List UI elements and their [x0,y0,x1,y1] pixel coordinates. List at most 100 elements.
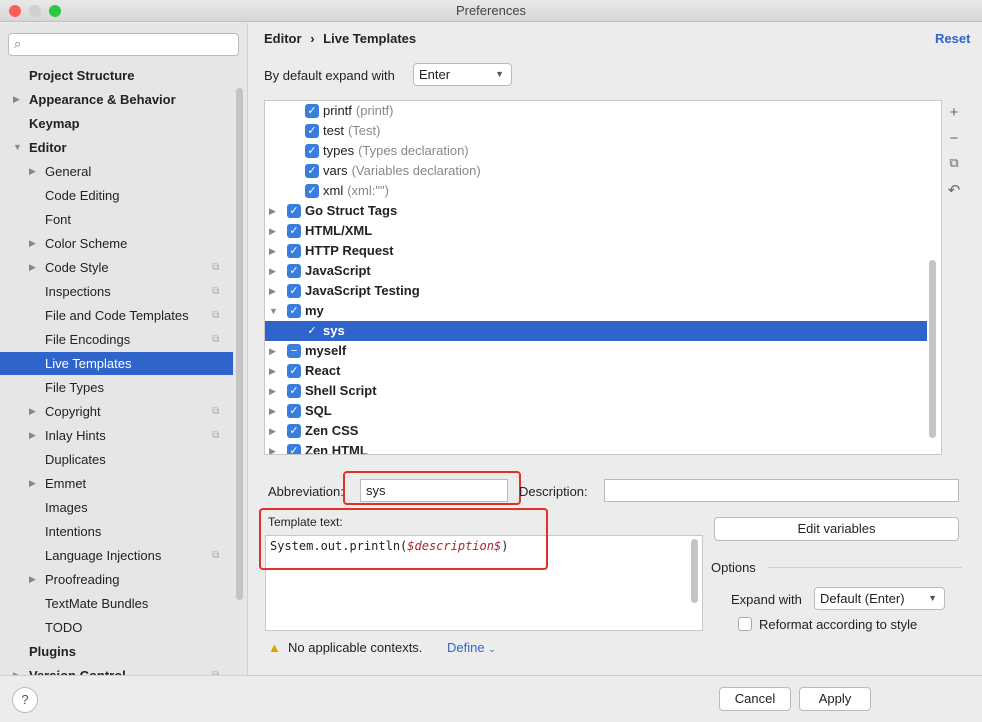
tree-row[interactable]: ✓ printf (printf) [265,101,927,121]
tree-scrollbar[interactable] [929,260,936,438]
define-link[interactable]: Define ⌄ [447,640,496,655]
sidebar-item[interactable]: TextMate Bundles [0,592,233,615]
chevron-down-icon[interactable]: ▼ [269,301,278,321]
chevron-right-icon[interactable]: ▶ [29,400,36,423]
expand-with-select[interactable]: Default (Enter) ▼ [814,587,945,610]
chevron-right-icon[interactable]: ▶ [29,256,36,279]
template-checkbox[interactable]: ✓ [287,244,301,258]
remove-icon[interactable]: − [944,130,964,147]
sidebar-item[interactable]: Code Editing [0,184,233,207]
sidebar-item[interactable]: Language Injections ⧉ [0,544,233,567]
tree-row[interactable]: ✓ vars (Variables declaration) [265,161,927,181]
sidebar-item[interactable]: TODO [0,616,233,639]
template-checkbox[interactable]: ✓ [305,104,319,118]
chevron-right-icon[interactable]: ▶ [29,424,36,447]
tree-row[interactable]: ✓ types (Types declaration) [265,141,927,161]
chevron-right-icon[interactable]: ▶ [269,221,276,241]
tree-row[interactable]: ▶ ✓ JavaScript Testing [265,281,927,301]
sidebar-item[interactable]: File and Code Templates ⧉ [0,304,233,327]
sidebar-scrollbar[interactable] [236,88,243,600]
chevron-right-icon[interactable]: ▶ [29,568,36,591]
template-checkbox[interactable]: ✓ [287,264,301,278]
chevron-right-icon[interactable]: ▶ [269,201,276,221]
minimize-window-button[interactable] [29,5,41,17]
tree-row[interactable]: ✓ xml (xml:"") [265,181,927,201]
sidebar-item[interactable]: Keymap [0,112,233,135]
template-checkbox[interactable]: ✓ [287,384,301,398]
template-checkbox[interactable]: ✓ [305,164,319,178]
restore-icon[interactable]: ↶ [944,181,964,199]
template-checkbox[interactable]: ✓ [287,424,301,438]
edit-variables-button[interactable]: Edit variables [714,517,959,541]
chevron-down-icon[interactable]: ▼ [13,136,22,159]
chevron-right-icon[interactable]: ▶ [269,361,276,381]
sidebar-item[interactable]: Intentions [0,520,233,543]
chevron-right-icon[interactable]: ▶ [269,441,276,454]
editor-scrollbar[interactable] [691,539,698,603]
tree-row[interactable]: ▶ ✓ JavaScript [265,261,927,281]
template-checkbox[interactable]: ✓ [287,404,301,418]
sidebar-item[interactable]: ▶ General [0,160,233,183]
chevron-right-icon[interactable]: ▶ [29,472,36,495]
template-checkbox[interactable]: ✓ [305,144,319,158]
sidebar-item[interactable]: ▶ Proofreading [0,568,233,591]
tree-row[interactable]: ▶ ✓ SQL [265,401,927,421]
chevron-right-icon[interactable]: ▶ [269,381,276,401]
close-window-button[interactable] [9,5,21,17]
sidebar-item[interactable]: Project Structure [0,64,233,87]
sidebar-item[interactable]: Plugins [0,640,233,663]
help-button[interactable]: ? [12,687,38,713]
sidebar-item[interactable]: ▶ Color Scheme [0,232,233,255]
chevron-right-icon[interactable]: ▶ [269,401,276,421]
sidebar-item[interactable]: Live Templates [0,352,233,375]
tree-row[interactable]: ▶ ✓ Go Struct Tags [265,201,927,221]
add-icon[interactable]: + [944,104,964,121]
sidebar-item[interactable]: ▶ Emmet [0,472,233,495]
tree-row[interactable]: ✓ sys [265,321,927,341]
sidebar-item[interactable]: ▶ Copyright ⧉ [0,400,233,423]
tree-row[interactable]: ▶ ✓ HTTP Request [265,241,927,261]
copy-icon[interactable]: ⧉ [944,155,964,171]
chevron-right-icon[interactable]: ▶ [29,160,36,183]
tree-row[interactable]: ✓ test (Test) [265,121,927,141]
sidebar-item[interactable]: ▶ Code Style ⧉ [0,256,233,279]
template-checkbox[interactable]: ✓ [287,224,301,238]
chevron-right-icon[interactable]: ▶ [269,421,276,441]
description-input[interactable] [604,479,959,502]
tree-row[interactable]: ▶ − myself [265,341,927,361]
template-checkbox[interactable]: ✓ [305,124,319,138]
template-checkbox[interactable]: − [287,344,301,358]
chevron-right-icon[interactable]: ▶ [29,232,36,255]
sidebar-item[interactable]: File Encodings ⧉ [0,328,233,351]
chevron-right-icon[interactable]: ▶ [269,261,276,281]
template-checkbox[interactable]: ✓ [287,304,301,318]
template-checkbox[interactable]: ✓ [305,184,319,198]
sidebar-item[interactable]: Duplicates [0,448,233,471]
breadcrumb-parent[interactable]: Editor [264,31,302,46]
template-checkbox[interactable]: ✓ [287,204,301,218]
default-expand-select[interactable]: Enter ▼ [413,63,512,86]
sidebar-item[interactable]: ▶ Appearance & Behavior [0,88,233,111]
chevron-right-icon[interactable]: ▶ [269,281,276,301]
sidebar-item[interactable]: Font [0,208,233,231]
search-input[interactable]: ⌕ [8,33,239,56]
sidebar-item[interactable]: ▼ Editor [0,136,233,159]
sidebar-item[interactable]: Images [0,496,233,519]
chevron-right-icon[interactable]: ▶ [269,241,276,261]
template-checkbox[interactable]: ✓ [287,284,301,298]
tree-row[interactable]: ▶ ✓ Zen CSS [265,421,927,441]
sidebar-item[interactable]: ▶ Inlay Hints ⧉ [0,424,233,447]
tree-row[interactable]: ▼ ✓ my [265,301,927,321]
chevron-right-icon[interactable]: ▶ [269,341,276,361]
template-checkbox[interactable]: ✓ [305,324,319,338]
sidebar-item[interactable]: Inspections ⧉ [0,280,233,303]
reset-link[interactable]: Reset [935,31,970,46]
template-checkbox[interactable]: ✓ [287,364,301,378]
tree-row[interactable]: ▶ ✓ React [265,361,927,381]
apply-button[interactable]: Apply [799,687,871,711]
sidebar-item[interactable]: File Types [0,376,233,399]
tree-row[interactable]: ▶ ✓ Zen HTML [265,441,927,454]
template-checkbox[interactable]: ✓ [287,444,301,454]
zoom-window-button[interactable] [49,5,61,17]
cancel-button[interactable]: Cancel [719,687,791,711]
